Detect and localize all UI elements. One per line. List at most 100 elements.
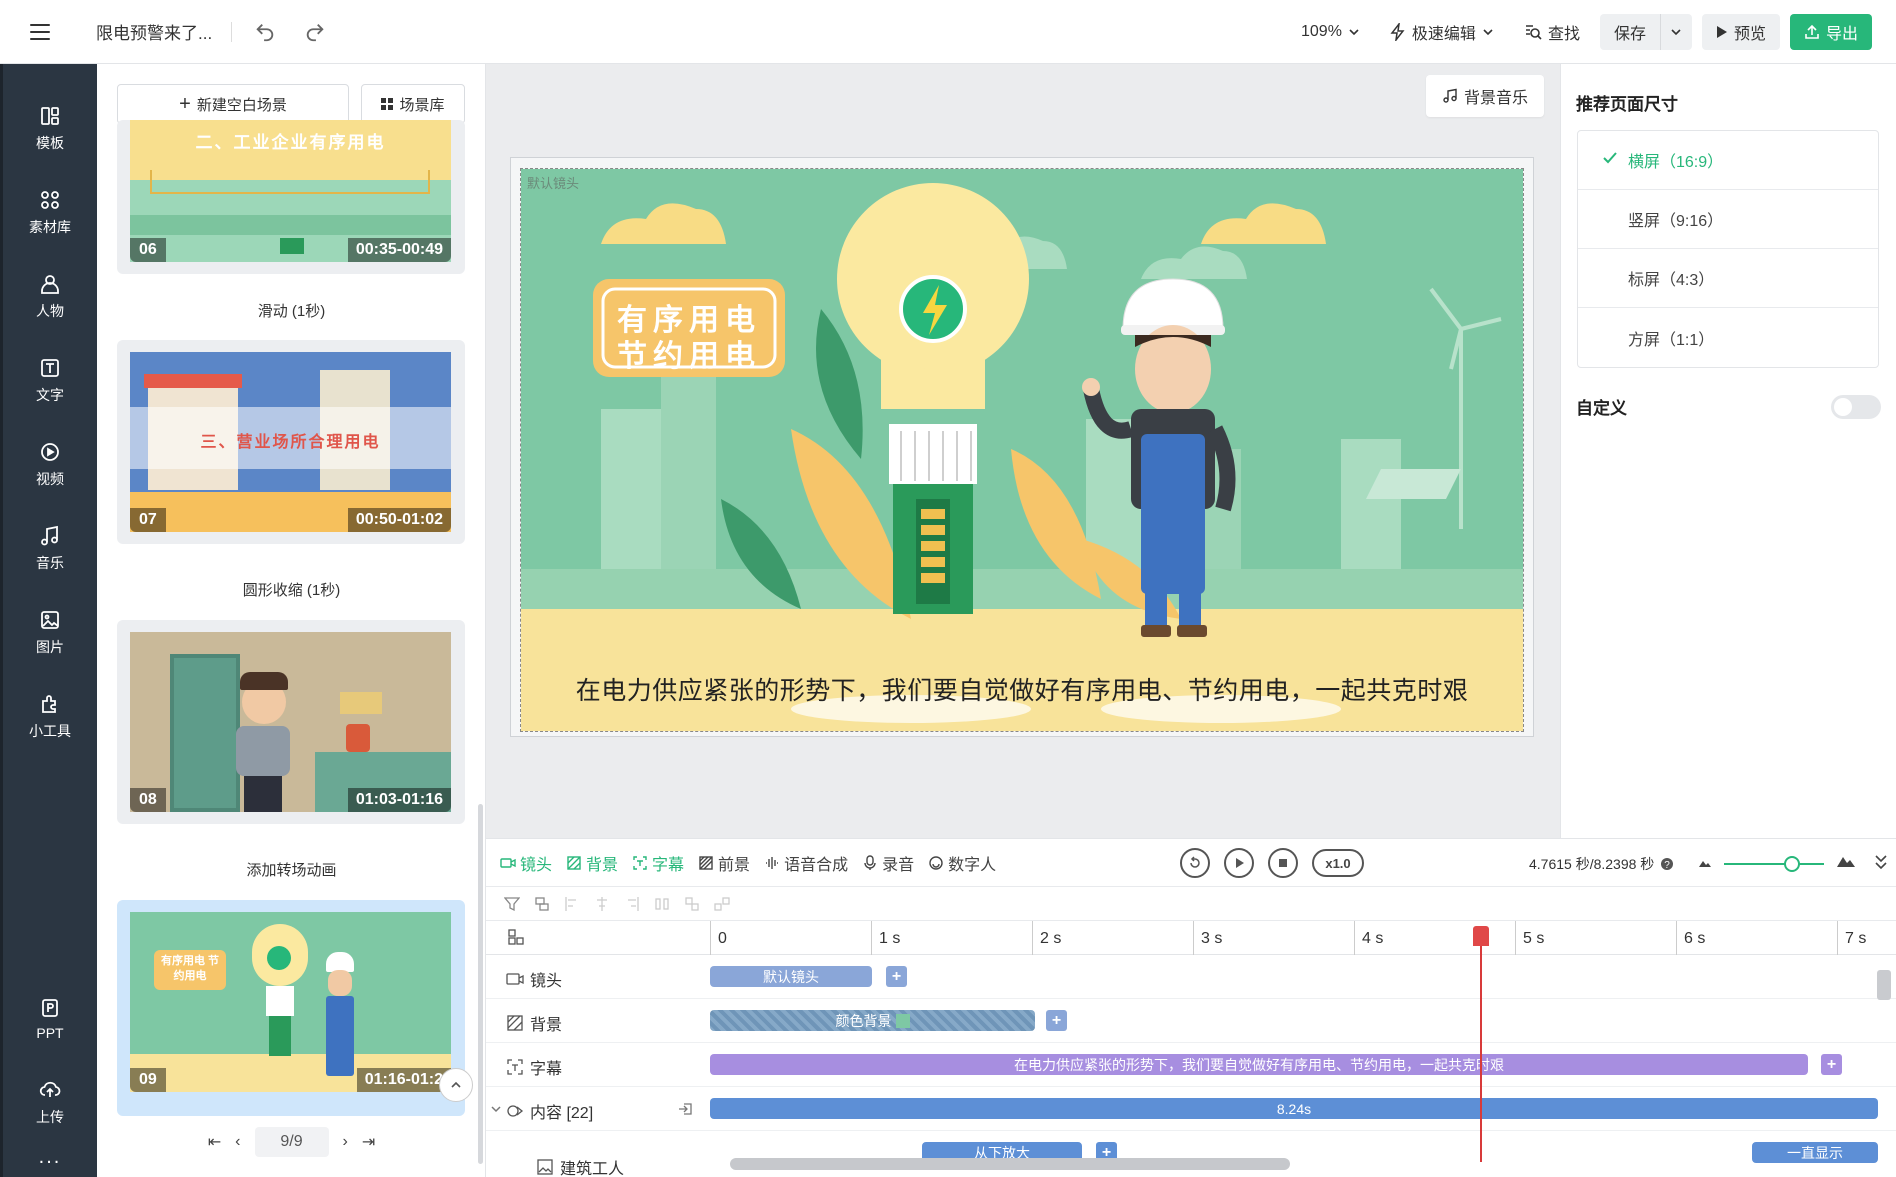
more-icon[interactable]: ... <box>3 1146 97 1169</box>
tab-label: 背景 <box>586 856 619 874</box>
tab-background[interactable]: 背景 <box>566 851 618 875</box>
size-option-square[interactable]: 方屏（1:1） <box>1578 308 1878 367</box>
first-page-icon[interactable]: ⇤ <box>208 1132 221 1152</box>
time-ruler[interactable]: 0 1 s 2 s 3 s 4 s 5 s 6 s 7 s <box>486 921 1896 955</box>
nav-label: 文字 <box>36 387 64 403</box>
scene-card-active[interactable]: 有序用电 节约用电 09 01:16-01:2 <box>117 900 465 1116</box>
nav-image[interactable]: 图片 <box>3 598 97 668</box>
tab-record[interactable]: 录音 <box>862 851 914 875</box>
size-option-portrait[interactable]: 竖屏（9:16） <box>1578 190 1878 249</box>
subtitle-text[interactable]: 在电力供应紧张的形势下，我们要自觉做好有序用电、节约用电，一起共克时艰 <box>521 671 1523 707</box>
scene-library-button[interactable]: 场景库 <box>361 84 465 124</box>
help-icon[interactable]: ? <box>1660 857 1674 871</box>
add-background-button[interactable]: + <box>1046 1010 1067 1031</box>
headline-line-2[interactable]: 节约用电 <box>603 331 775 375</box>
ruler-tick-line <box>1837 921 1838 955</box>
page-indicator[interactable]: 9/9 <box>254 1127 329 1157</box>
tab-tts[interactable]: 语音合成 <box>764 851 848 875</box>
nav-upload[interactable]: 上传 <box>3 1068 97 1138</box>
playhead[interactable] <box>1480 930 1482 1162</box>
transition-label[interactable]: 滑动 (1秒) <box>97 300 485 321</box>
nav-person[interactable]: 人物 <box>3 262 97 332</box>
undo-icon[interactable] <box>250 17 280 47</box>
text-icon <box>41 359 59 377</box>
align-center-icon[interactable] <box>594 896 610 912</box>
background-music-button[interactable]: 背景音乐 <box>1426 75 1545 117</box>
playhead-handle[interactable] <box>1473 926 1489 946</box>
last-page-icon[interactable]: ⇥ <box>362 1132 375 1152</box>
camera-label: 默认镜头 <box>527 176 580 191</box>
nav-video[interactable]: 视频 <box>3 430 97 500</box>
next-page-icon[interactable]: › <box>343 1133 348 1151</box>
nav-music[interactable]: 音乐 <box>3 514 97 584</box>
transition-label[interactable]: 圆形收缩 (1秒) <box>97 579 485 600</box>
tab-label: 前景 <box>718 856 751 874</box>
scene-card[interactable]: 三、营业场所合理用电 07 00:50-01:02 <box>117 340 465 544</box>
group-icon[interactable] <box>684 896 700 912</box>
size-label: 标屏（4:3） <box>1628 272 1715 289</box>
custom-size-toggle[interactable] <box>1831 394 1881 419</box>
content-clip[interactable]: 8.24s <box>710 1098 1878 1119</box>
tab-subtitle[interactable]: 字幕 <box>632 851 684 875</box>
prev-page-icon[interactable]: ‹ <box>235 1133 240 1151</box>
collapse-icon[interactable] <box>1874 853 1888 871</box>
save-options-button[interactable] <box>1659 14 1692 50</box>
size-option-landscape[interactable]: 横屏（16:9） <box>1578 131 1878 190</box>
zoom-out-icon[interactable] <box>1698 857 1712 869</box>
scroll-to-top-button[interactable] <box>439 1068 473 1102</box>
save-button[interactable]: 保存 <box>1600 14 1660 50</box>
ppt-icon <box>42 999 58 1017</box>
animation-clip-stay[interactable]: 一直显示 <box>1752 1142 1878 1163</box>
add-subtitle-button[interactable]: + <box>1821 1054 1842 1075</box>
replay-icon[interactable] <box>1180 848 1210 878</box>
size-option-standard[interactable]: 标屏（4:3） <box>1578 249 1878 308</box>
speed-button[interactable]: x1.0 <box>1312 849 1364 877</box>
scene-scrollbar[interactable] <box>478 804 483 1164</box>
zoom-in-icon[interactable] <box>1836 853 1856 869</box>
foreground-icon <box>699 855 713 870</box>
redo-icon[interactable] <box>300 17 330 47</box>
tracks-settings-icon[interactable] <box>508 929 524 945</box>
preview-button[interactable]: 预览 <box>1701 14 1780 50</box>
document-title[interactable]: 限电预警来了... <box>96 19 221 44</box>
filter-icon[interactable] <box>504 896 520 912</box>
nav-text[interactable]: 文字 <box>3 346 97 416</box>
ruler-tick-label: 7 s <box>1845 930 1867 947</box>
play-icon[interactable] <box>1224 848 1254 878</box>
time-value: 4.7615 秒/8.2398 秒 <box>1529 856 1655 872</box>
new-blank-scene-button[interactable]: + 新建空白场景 <box>117 84 349 124</box>
edit-mode-dropdown[interactable]: 极速编辑 <box>1380 20 1504 44</box>
zoom-dropdown[interactable]: 109% <box>1291 23 1370 41</box>
background-clip[interactable]: 颜色背景 <box>710 1010 1035 1031</box>
tab-camera[interactable]: 镜头 <box>500 851 552 875</box>
align-right-icon[interactable] <box>624 896 640 912</box>
zoom-slider[interactable] <box>1724 856 1824 872</box>
add-transition-button[interactable]: 添加转场动画 <box>97 859 485 880</box>
tab-foreground[interactable]: 前景 <box>698 851 750 875</box>
add-camera-button[interactable]: + <box>886 966 907 987</box>
nav-assets[interactable]: 素材库 <box>3 178 97 248</box>
distribute-icon[interactable] <box>654 896 670 912</box>
tab-digital-human[interactable]: 数字人 <box>928 851 996 875</box>
scene-card[interactable]: 二、工业企业有序用电 06 00:35-00:49 <box>117 120 465 274</box>
timeline-vertical-scrollbar[interactable] <box>1877 970 1891 1000</box>
nav-tools[interactable]: 小工具 <box>3 682 97 752</box>
camera-clip[interactable]: 默认镜头 <box>710 966 872 987</box>
find-button[interactable]: 查找 <box>1514 20 1590 44</box>
stop-icon[interactable] <box>1268 848 1298 878</box>
export-button[interactable]: 导出 <box>1789 14 1872 50</box>
hatch-icon <box>507 1015 523 1031</box>
subtitle-clip[interactable]: 在电力供应紧张的形势下，我们要自觉做好有序用电、节约用电，一起共克时艰 <box>710 1054 1808 1075</box>
nav-template[interactable]: 模板 <box>3 94 97 164</box>
align-left-icon[interactable] <box>564 896 580 912</box>
layers-icon[interactable] <box>534 896 550 912</box>
menu-button[interactable] <box>0 0 80 64</box>
nav-ppt[interactable]: PPT <box>3 984 97 1054</box>
chevron-down-icon[interactable] <box>490 1103 502 1115</box>
scene-card[interactable]: 08 01:03-01:16 <box>117 620 465 824</box>
expand-icon[interactable] <box>678 1101 694 1117</box>
ruler-tick-label: 3 s <box>1201 930 1223 947</box>
ungroup-icon[interactable] <box>714 896 730 912</box>
stage-canvas[interactable]: 默认镜头 有序用电 节约用电 在电力供应紧张的形势下，我们要自觉做好有序用电、节… <box>520 168 1524 732</box>
timeline-horizontal-scrollbar[interactable] <box>730 1158 1290 1170</box>
